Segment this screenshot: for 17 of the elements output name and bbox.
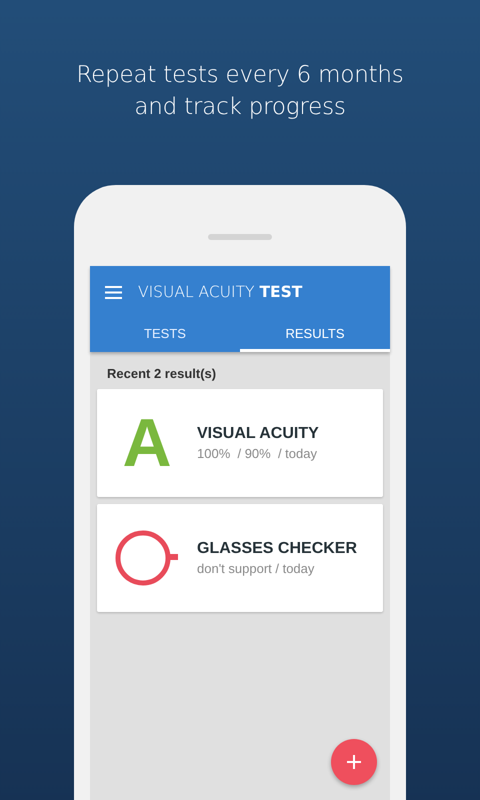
result-card[interactable]: GLASSES CHECKER don't support / today [97, 504, 383, 612]
result-card[interactable]: A VISUAL ACUITY 100% / 90% / today [97, 389, 383, 497]
result-detail: don't support / today [197, 561, 316, 576]
menu-icon[interactable] [105, 286, 122, 298]
tab[interactable]: TESTS [90, 318, 240, 352]
plus-icon [347, 755, 361, 769]
headline-text: Repeat tests every 6 months [75, 61, 405, 90]
letter-icon: A [122, 409, 172, 477]
headline-text: and track progress [133, 93, 347, 122]
result-detail: 100% / 90% / today [197, 446, 318, 461]
tab[interactable]: RESULTS [240, 318, 390, 352]
result-title: VISUAL ACUITY [197, 425, 319, 443]
result-title: GLASSES CHECKER [197, 540, 358, 558]
section-title: Recent 2 result(s) [106, 365, 218, 383]
app-title: VISUAL ACUITY TEST [138, 283, 302, 301]
add-button[interactable] [331, 739, 377, 785]
speaker-grille [208, 234, 272, 240]
